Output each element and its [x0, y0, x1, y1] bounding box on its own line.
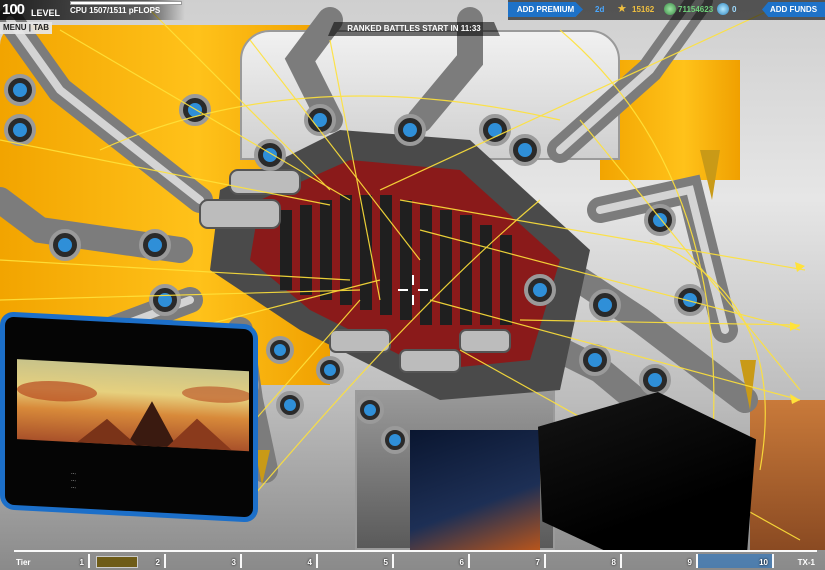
- hotbar-slot-9[interactable]: 9: [622, 554, 698, 568]
- hotbar-slot-8[interactable]: 8: [546, 554, 622, 568]
- add-premium-button[interactable]: ADD PREMIUM: [508, 2, 583, 17]
- tablet-caption: ... ... ...: [71, 470, 191, 497]
- menu-tab-button[interactable]: MENU | TAB: [0, 22, 53, 34]
- hotbar-slot-6[interactable]: 6: [394, 554, 470, 568]
- cosmetic-credit-value: 0: [732, 5, 737, 14]
- level-label: LEVEL: [31, 8, 61, 18]
- hotbar-slot-10[interactable]: 10: [698, 554, 774, 568]
- hotbar-slot-1[interactable]: 1: [14, 554, 90, 568]
- robot-core: [199, 130, 590, 400]
- cpu-usage-fill: [71, 2, 181, 4]
- tier-hotbar: Tier 1 2 3 4 5 6 7 8 9 10 TX-1: [0, 548, 825, 570]
- hotbar-slot-2[interactable]: 2: [90, 554, 166, 568]
- planet-landscape-image: [17, 359, 252, 452]
- info-tablet: ... ... ...: [0, 311, 258, 523]
- cosmetic-credit-icon: [717, 3, 729, 15]
- hotbar-end-label: TX-1: [797, 558, 815, 567]
- currency-panel: ADD PREMIUM 2d ★ 15162 71154623 0 ADD FU…: [508, 0, 825, 20]
- pyramid-landscape-icon: [17, 381, 252, 451]
- robits-value: 71154623: [678, 5, 714, 14]
- hotbar-slot-number: 9: [687, 558, 692, 567]
- crosshair-icon: [398, 275, 428, 305]
- star-icon: ★: [617, 3, 627, 15]
- hotbar-slot-number: 1: [79, 558, 84, 567]
- rp-value: 15162: [632, 5, 655, 14]
- hotbar-slot-number: 6: [459, 558, 464, 567]
- premium-days-remaining: 2d: [595, 5, 605, 14]
- hotbar-slot-number: 7: [535, 558, 540, 567]
- cpu-label: CPU 1507/1511 pFLOPS: [70, 6, 161, 15]
- hotbar-slot-number: 5: [383, 558, 388, 567]
- hotbar-slot-number: 3: [231, 558, 236, 567]
- hotbar-slot-number: 8: [611, 558, 616, 567]
- level-number: 100: [2, 1, 25, 18]
- hotbar-slot-number: 4: [307, 558, 312, 567]
- ranked-battles-banner: RANKED BATTLES START IN 11:33: [328, 22, 500, 36]
- cpu-usage-bar: [70, 1, 182, 5]
- hotbar-slot-3[interactable]: 3: [166, 554, 242, 568]
- top-hud: 100 LEVEL CPU 1507/1511 pFLOPS ADD PREMI…: [0, 0, 825, 20]
- robits-icon: [664, 3, 676, 15]
- hotbar-slot-7[interactable]: 7: [470, 554, 546, 568]
- hotbar-slot-4[interactable]: 4: [242, 554, 318, 568]
- player-level-panel: 100 LEVEL CPU 1507/1511 pFLOPS: [0, 0, 185, 20]
- game-viewport[interactable]: ... ... ...: [0, 0, 825, 570]
- hotbar-slot-5[interactable]: 5: [318, 554, 394, 568]
- add-funds-button[interactable]: ADD FUNDS: [762, 2, 825, 17]
- hotbar-slot-number: 2: [155, 558, 160, 567]
- hotbar-slot-number: 10: [759, 558, 768, 567]
